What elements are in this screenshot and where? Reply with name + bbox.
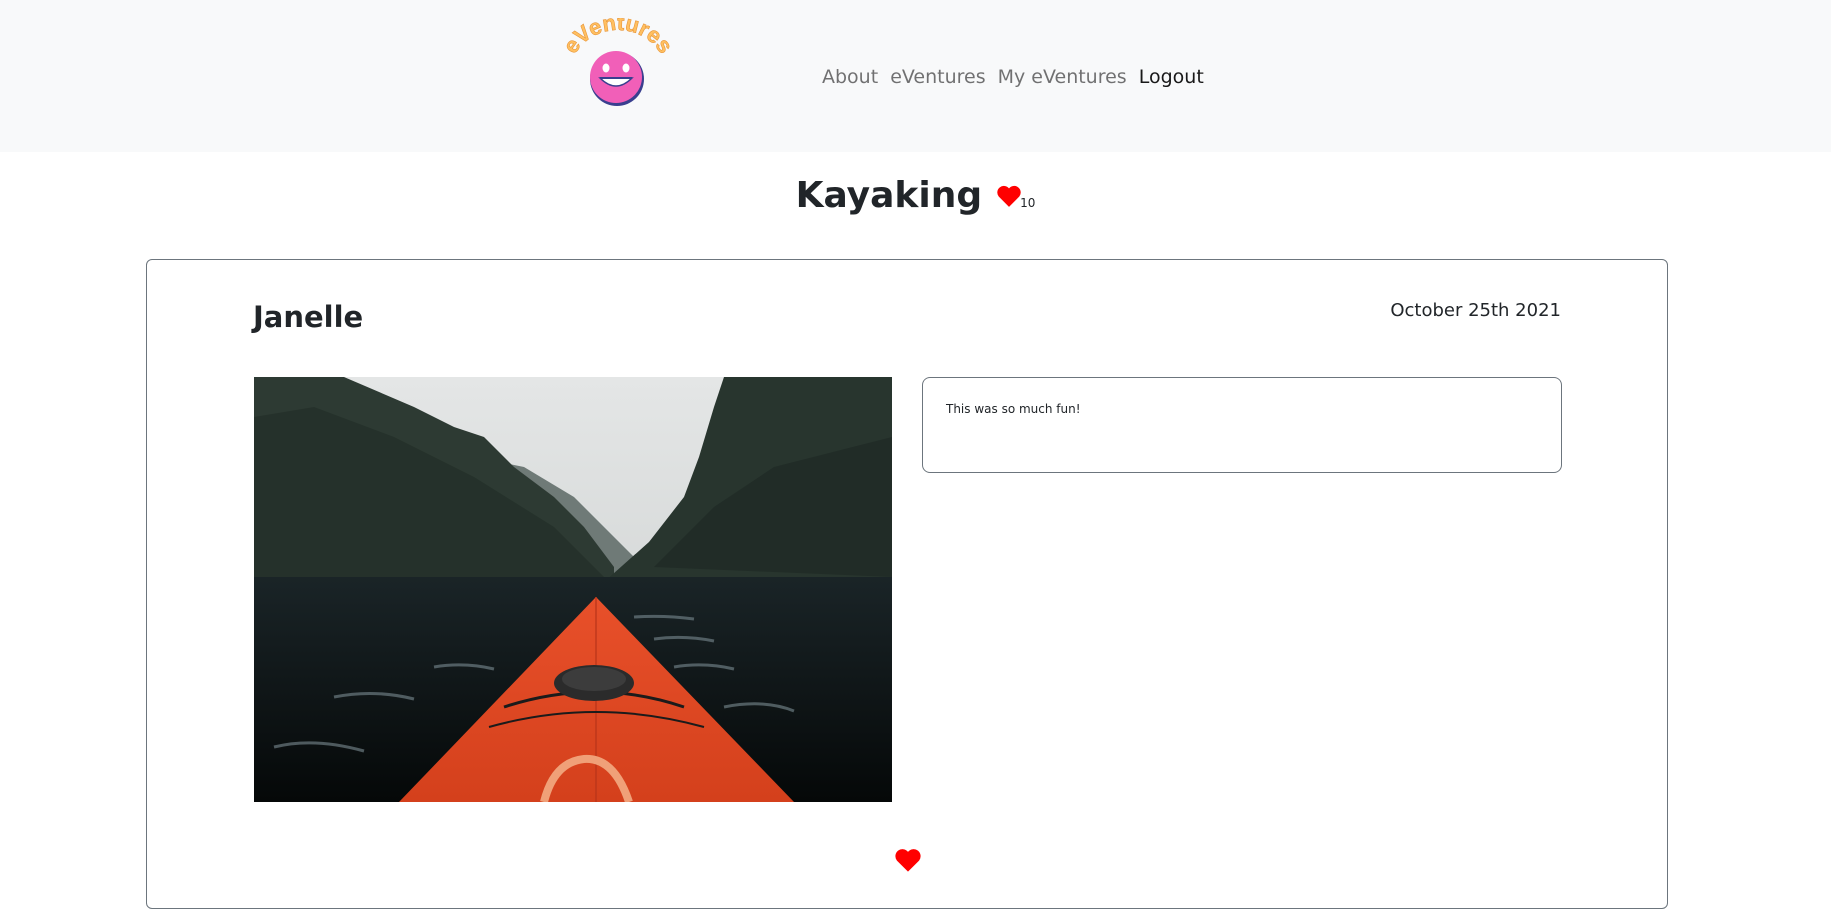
- kayak-photo: [254, 377, 892, 802]
- likes-indicator: 10: [996, 184, 1036, 210]
- heart-icon: [996, 184, 1022, 208]
- page-title: Kayaking: [795, 175, 983, 216]
- page-header: Kayaking 10: [0, 175, 1831, 216]
- post-card: Janelle October 25th 2021 This was so mu…: [146, 259, 1668, 909]
- navbar: eVentures About eVentures My eVentures L…: [0, 0, 1831, 152]
- like-count: 10: [1020, 195, 1036, 210]
- heart-icon: [894, 849, 922, 876]
- post-author: Janelle: [253, 300, 364, 334]
- post-date: October 25th 2021: [1390, 300, 1561, 321]
- nav-links: About eVentures My eVentures Logout: [822, 64, 1204, 90]
- nav-link-eventures[interactable]: eVentures: [890, 66, 985, 88]
- like-button[interactable]: [894, 847, 922, 873]
- nav-link-logout[interactable]: Logout: [1139, 66, 1204, 88]
- nav-link-my-eventures[interactable]: My eVentures: [998, 66, 1127, 88]
- nav-link-about[interactable]: About: [822, 66, 878, 88]
- comment-box: This was so much fun!: [922, 377, 1562, 473]
- comment-text: This was so much fun!: [946, 402, 1081, 416]
- eventures-logo[interactable]: eVentures: [558, 10, 678, 110]
